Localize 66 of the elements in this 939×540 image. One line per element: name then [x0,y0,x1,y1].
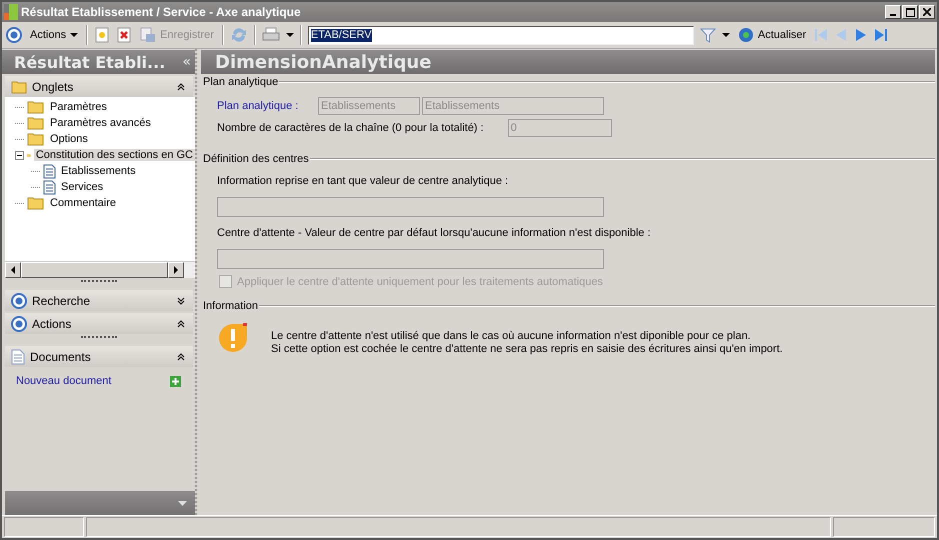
minimize-button[interactable] [885,5,901,19]
refresh-button[interactable]: Actualiser [736,27,808,43]
expand-icon[interactable] [177,296,185,304]
collapse-icon[interactable] [177,82,185,90]
folder-icon [27,100,45,114]
tree-item[interactable]: Options [5,131,195,147]
field-label: Plan analytique : [217,100,300,112]
tabs-panel-header[interactable]: Onglets [5,76,193,97]
documents-panel-header[interactable]: Documents [5,346,193,367]
actions-menu-button[interactable]: Actions [28,29,80,41]
info-text: Si cette option est cochée le centre d'attente ne sera pas repris en saisie des écritures ainsi qu'en import. [271,343,783,356]
panel-header[interactable]: Recherche [5,290,193,311]
search-field[interactable]: ETAB/SERV [308,26,694,44]
scroll-left-icon[interactable] [10,266,16,274]
close-icon [923,8,931,16]
collapse-icon[interactable] [177,320,185,328]
section-title: Définition des centres [203,153,309,165]
field-label: Nombre de caractères de la chaîne (0 pour la totalité) : [217,122,484,134]
maximize-button[interactable] [902,5,918,19]
horizontal-scrollbar[interactable] [5,261,195,278]
section-title: Plan analytique [203,76,278,88]
content-header: DimensionAnalytique [201,50,935,74]
panel-header[interactable]: Actions [5,313,193,334]
target-icon [11,316,27,332]
tree-item[interactable]: Services [5,179,195,195]
input-field[interactable] [217,249,604,269]
next-record-icon[interactable] [854,28,868,42]
tree-item[interactable]: Paramètres avancés [5,115,195,131]
last-record-icon[interactable] [874,28,888,42]
folder-icon [11,80,27,94]
refresh-icon [738,27,754,43]
dropdown-arrow-icon[interactable] [722,33,730,37]
folder-icon [27,116,45,130]
add-icon[interactable] [170,376,181,386]
collapse-toggle-icon[interactable] [15,150,24,160]
scroll-right-icon[interactable] [173,266,179,274]
target-icon [11,292,27,308]
collapse-icon[interactable] [177,352,185,360]
dropdown-arrow-icon[interactable] [286,33,294,37]
printer-icon[interactable] [262,27,280,43]
collapse-button[interactable]: « [182,54,191,70]
filter-icon[interactable] [700,27,716,43]
field-label: Centre d'attente - Valeur de centre par défaut lorsqu'aucune information n'est disponible : [217,227,651,239]
tree-item[interactable]: Etablissements [5,163,195,179]
folder-icon [27,196,45,210]
window-title: Résultat Etablissement / Service - Axe analytique [21,5,301,19]
new-document-icon[interactable] [94,27,110,43]
document-icon [11,348,25,364]
field-label: Information reprise en tant que valeur de centre analytique : [217,175,508,187]
target-icon[interactable] [6,27,22,43]
section-title: Information [203,300,258,312]
maximize-icon [906,8,914,16]
new-document-link[interactable]: Nouveau document [16,375,112,387]
folder-icon [27,132,45,146]
warning-icon [217,322,249,354]
document-icon [43,164,56,178]
app-logo-icon [4,4,18,20]
document-icon [43,180,56,194]
tree-item[interactable]: Paramètres [5,99,195,115]
save-icon [140,27,156,43]
tree-item[interactable]: Commentaire [5,195,195,211]
input-field[interactable] [217,197,604,217]
close-button[interactable] [919,5,935,19]
sidebar-title: Résultat Etabli... [14,52,166,72]
delete-document-icon[interactable] [116,27,132,43]
info-text: Le centre d'attente n'est utilisé que dans le cas où aucune information n'est diponible pour ce plan. [271,330,752,343]
